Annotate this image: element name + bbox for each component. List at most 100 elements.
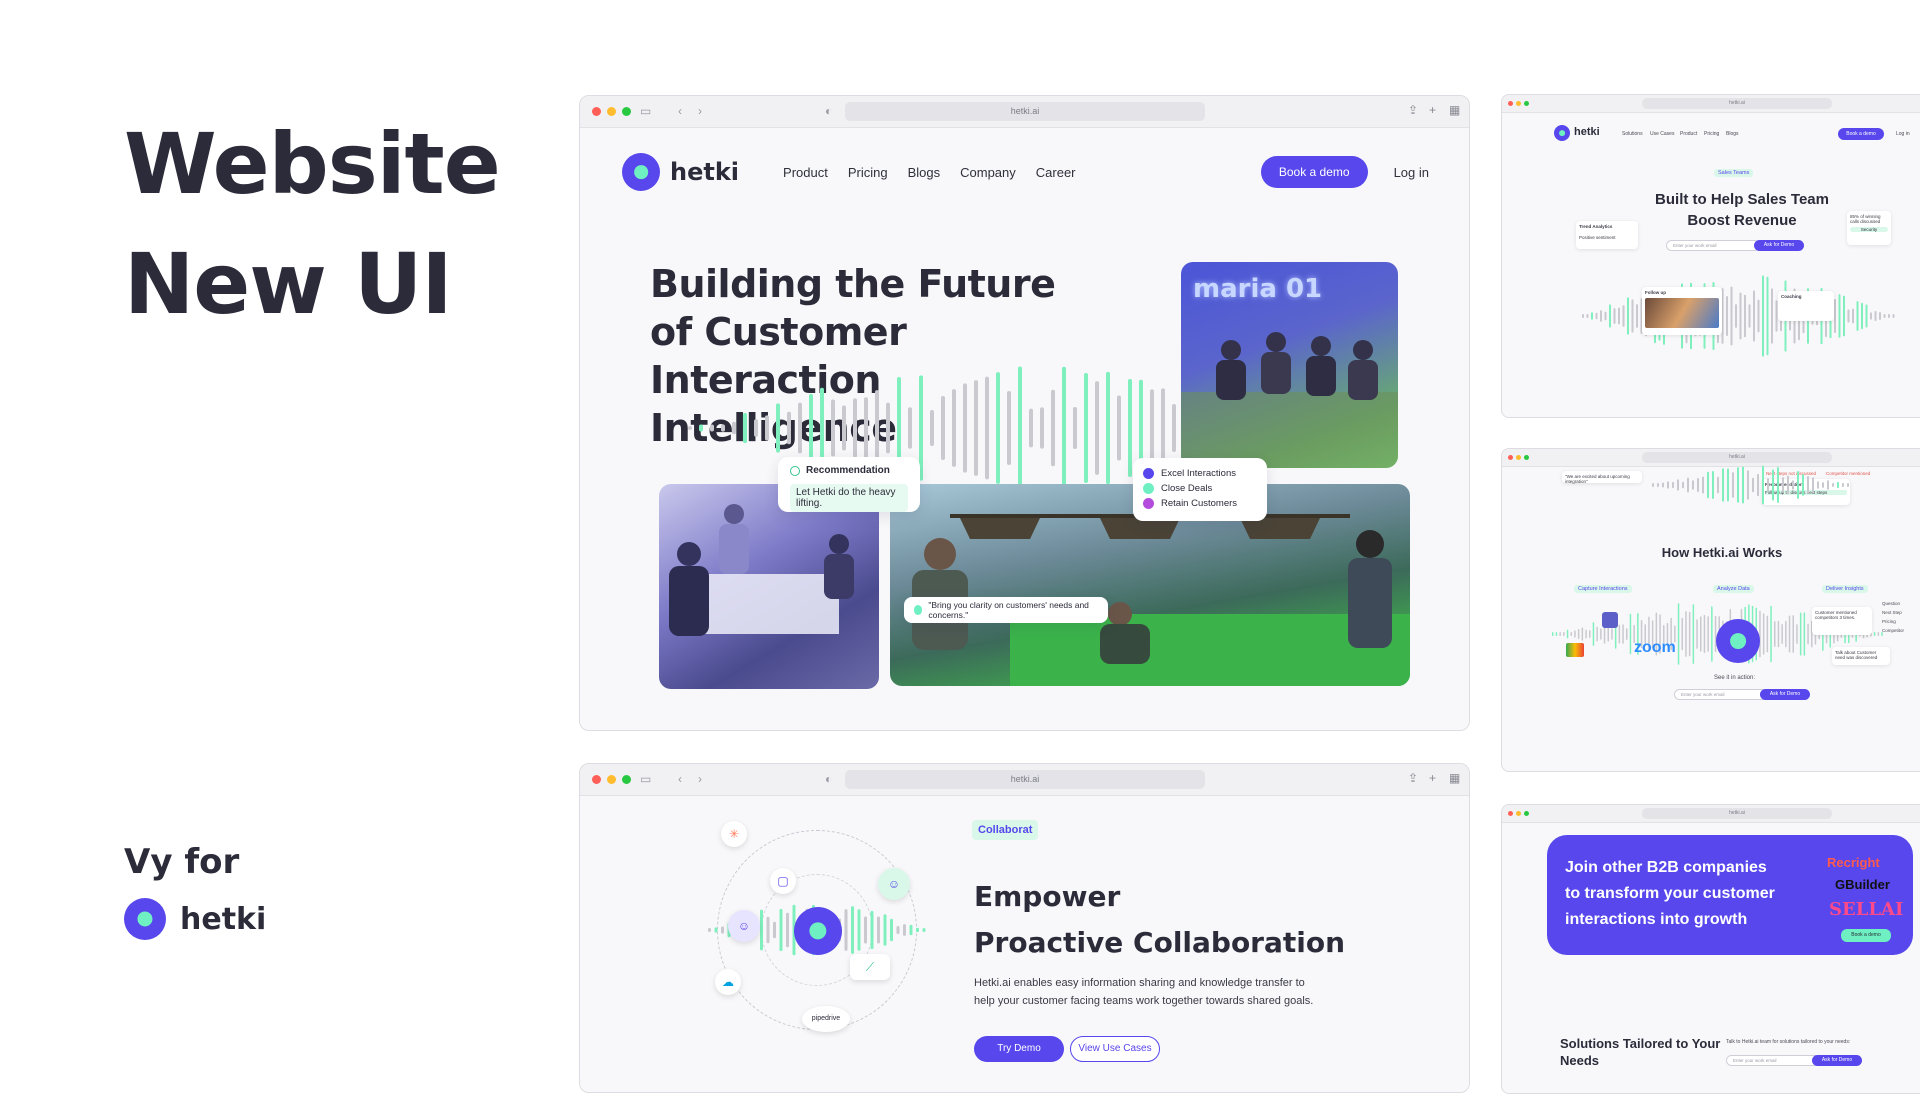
waveform-bar <box>1774 621 1776 647</box>
waveform-bar <box>877 916 880 944</box>
address-bar[interactable]: hetki.ai <box>1642 98 1832 109</box>
waveform-bar <box>1707 616 1709 652</box>
nav-link-pricing[interactable]: Pricing <box>1704 131 1719 137</box>
book-demo-button[interactable]: Book a demo <box>1841 929 1891 942</box>
waveform-bar <box>1696 619 1698 649</box>
login-link[interactable]: Log in <box>1896 131 1910 137</box>
ask-demo-button[interactable]: Ask for Demo <box>1760 689 1810 700</box>
close-window-button[interactable] <box>1508 101 1513 106</box>
maximize-window-button[interactable] <box>1524 101 1529 106</box>
minimize-window-button[interactable] <box>1516 455 1521 460</box>
browser-toolbar: hetki.ai <box>1502 95 1920 113</box>
nav-link-blogs[interactable]: Blogs <box>908 165 941 180</box>
nav-link-use-cases[interactable]: Use Cases <box>1650 131 1674 137</box>
share-icon[interactable]: ⇪ <box>1408 103 1418 117</box>
close-window-button[interactable] <box>1508 811 1513 816</box>
waveform-bar <box>1842 483 1844 487</box>
maximize-window-button[interactable] <box>622 775 631 784</box>
waveform-bar <box>1812 477 1814 493</box>
maximize-window-button[interactable] <box>622 107 631 116</box>
privacy-shield-icon[interactable]: ◐ <box>825 104 832 118</box>
legend-item: Close Deals <box>1143 481 1257 496</box>
new-tab-icon[interactable]: + <box>1429 103 1436 117</box>
sidebar-icon[interactable]: ▭ <box>640 104 651 118</box>
waveform-bars <box>1652 465 1849 505</box>
waveform-bar <box>1785 620 1787 648</box>
waveform-bar <box>1873 631 1876 637</box>
new-tab-icon[interactable]: + <box>1429 771 1436 785</box>
sidebar-icon[interactable]: ▭ <box>640 772 651 786</box>
nav-link-career[interactable]: Career <box>1036 165 1076 180</box>
section-tag: Collaborat <box>972 820 1039 840</box>
try-demo-button[interactable]: Try Demo <box>974 1036 1064 1062</box>
close-window-button[interactable] <box>592 107 601 116</box>
legend-label: Excel Interactions <box>1161 468 1236 479</box>
privacy-shield-icon[interactable]: ◐ <box>825 772 832 786</box>
view-use-cases-button[interactable]: View Use Cases <box>1070 1036 1160 1062</box>
waveform-bar <box>1762 613 1765 655</box>
waveform-bar <box>922 928 926 932</box>
waveform-bar <box>1172 404 1176 452</box>
nav-link-product[interactable]: Product <box>783 165 828 180</box>
address-bar[interactable]: hetki.ai <box>1642 808 1832 819</box>
waveform-bar <box>883 914 887 946</box>
back-icon[interactable]: ‹ <box>678 104 682 118</box>
waveform-bar <box>1838 294 1841 338</box>
tab-overview-icon[interactable]: ▦ <box>1449 103 1460 117</box>
waveform-bar <box>1730 286 1733 346</box>
back-icon[interactable]: ‹ <box>678 772 682 786</box>
address-bar[interactable]: hetki.ai <box>1642 452 1832 463</box>
waveform-bar <box>1040 407 1044 449</box>
close-window-button[interactable] <box>592 775 601 784</box>
book-demo-button[interactable]: Book a demo <box>1838 128 1884 140</box>
minimize-window-button[interactable] <box>1516 101 1521 106</box>
waveform-bar <box>1722 468 1724 502</box>
ask-demo-button[interactable]: Ask for Demo <box>1812 1055 1862 1066</box>
waveform-bar <box>974 380 978 476</box>
waveform-bar <box>1799 612 1802 656</box>
maximize-window-button[interactable] <box>1524 455 1529 460</box>
waveform-bar <box>1095 381 1099 475</box>
waveform-bar <box>1618 307 1620 325</box>
site-brand[interactable]: hetki <box>622 153 739 191</box>
share-icon[interactable]: ⇪ <box>1408 771 1418 785</box>
nav-link-product[interactable]: Product <box>1680 131 1697 137</box>
book-demo-button[interactable]: Book a demo <box>1260 156 1368 188</box>
minimize-window-button[interactable] <box>1516 811 1521 816</box>
minimize-window-button[interactable] <box>607 107 616 116</box>
email-field[interactable]: Enter your work email <box>1674 689 1768 700</box>
hubspot-icon: ✳ <box>721 821 747 847</box>
waveform-bar <box>1692 480 1694 490</box>
forward-icon[interactable]: › <box>698 772 702 786</box>
nav-link-company[interactable]: Company <box>960 165 1016 180</box>
waveform-bar <box>909 924 913 936</box>
waveform-bar <box>1697 477 1699 493</box>
close-window-button[interactable] <box>1508 455 1513 460</box>
minimize-window-button[interactable] <box>607 775 616 784</box>
nav-link-solutions[interactable]: Solutions <box>1622 131 1643 137</box>
quote-text: "Bring you clarity on customers' needs a… <box>928 600 1089 620</box>
waveform-bar <box>1888 314 1890 318</box>
waveform-bar <box>1874 311 1877 321</box>
tab-overview-icon[interactable]: ▦ <box>1449 771 1460 785</box>
nav-link-pricing[interactable]: Pricing <box>848 165 888 180</box>
email-field[interactable]: Enter your work email <box>1666 240 1760 251</box>
waveform-bar <box>1677 603 1680 665</box>
maximize-window-button[interactable] <box>1524 811 1529 816</box>
address-bar[interactable]: hetki.ai <box>845 770 1205 789</box>
ask-demo-button[interactable]: Ask for Demo <box>1754 240 1804 251</box>
window-controls <box>592 775 631 784</box>
nav-link-blogs[interactable]: Blogs <box>1726 131 1739 137</box>
forward-icon[interactable]: › <box>698 104 702 118</box>
email-field[interactable]: Enter your work email <box>1726 1055 1820 1066</box>
solutions-heading: Solutions Tailored to Your Needs <box>1560 1036 1721 1068</box>
collab-heading-line1: Empower <box>974 880 1121 913</box>
waveform-bar <box>1832 483 1834 487</box>
waveform-bar <box>1626 628 1628 640</box>
login-link[interactable]: Log in <box>1394 165 1429 180</box>
hetki-logo-icon <box>1716 619 1760 663</box>
google-meet-icon <box>1566 643 1584 657</box>
address-bar[interactable]: hetki.ai <box>845 102 1205 121</box>
site-brand-name[interactable]: hetki <box>1574 126 1600 138</box>
waveform-bar <box>1703 614 1706 654</box>
